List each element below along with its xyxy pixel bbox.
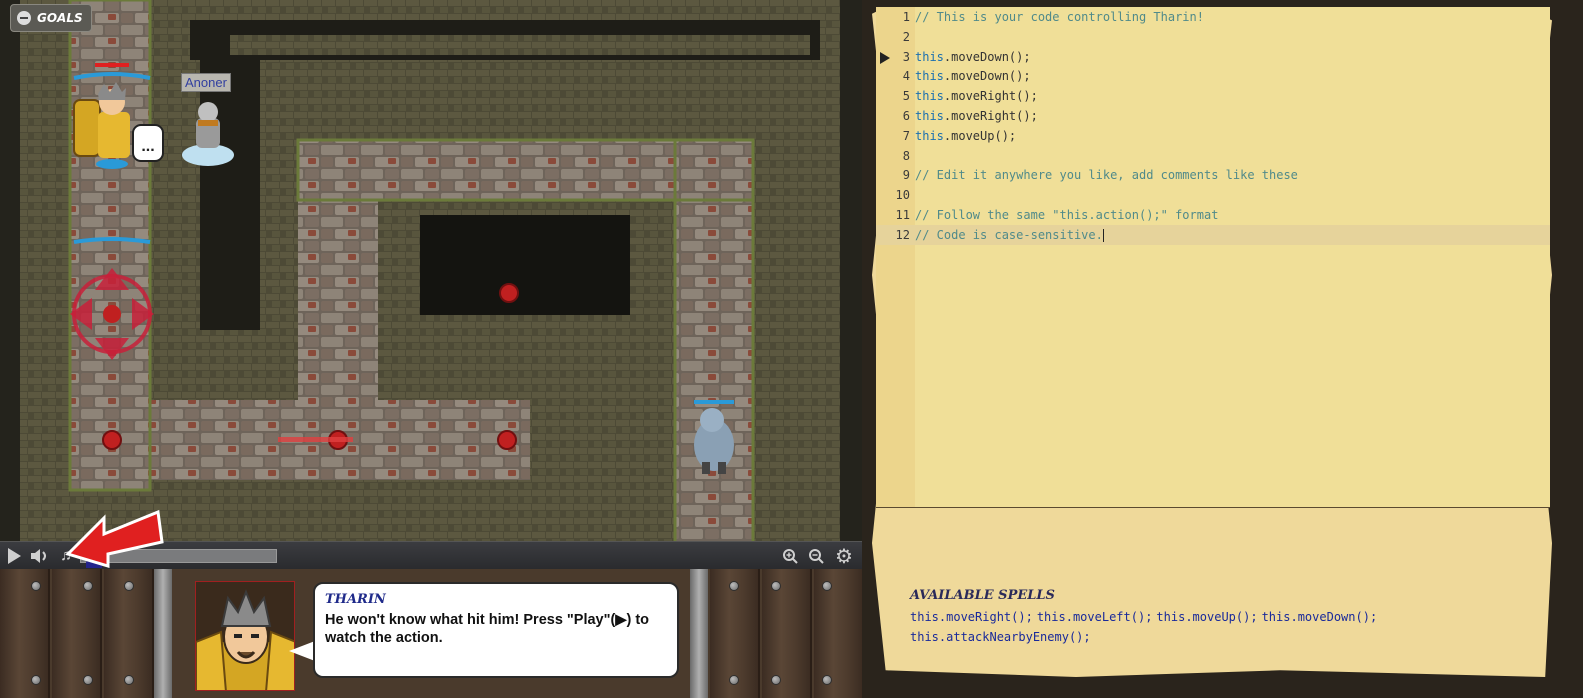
current-line-arrow-icon [880,51,890,64]
target-marker [102,430,122,450]
hero-speech-bubble: ... [132,124,164,162]
line-number: 4 [902,69,910,84]
tharin-avatar [196,589,294,690]
code-line[interactable]: 2 [876,27,1550,47]
method-call: .moveDown(); [943,69,1031,84]
bubble-tail [289,641,315,661]
keyword-this: this [915,49,944,64]
spells-list: this.moveRight(); this.moveLeft(); this.mo… [910,607,1550,647]
settings-button[interactable]: ⚙ [832,545,856,568]
line-number: 5 [902,89,910,104]
code-text[interactable]: this.moveDown(); [915,66,1031,86]
code-line[interactable]: 8 [876,146,1550,166]
tutorial-arrow-icon [65,509,164,568]
gear-icon: ⚙ [835,545,853,568]
code-text[interactable]: // This is your code controlling Tharin! [915,7,1204,27]
zoom-out-button[interactable] [806,546,826,566]
spell-item[interactable]: this.moveLeft(); [1037,610,1153,624]
keyword-this: this [915,128,944,143]
zoom-out-icon [809,549,824,564]
ally-name-tag: Anoner [181,73,231,92]
spell-item[interactable]: this.moveRight(); [910,610,1033,624]
text-cursor [1102,228,1104,242]
code-text[interactable]: // Follow the same "this.action();" form… [915,205,1218,225]
spell-item[interactable]: this.moveDown(); [1262,610,1378,624]
code-text[interactable]: this.moveUp(); [915,126,1016,146]
code-line[interactable]: 6 this.moveRight(); [876,106,1550,126]
volume-icon [31,549,46,563]
code-text[interactable]: // Edit it anywhere you like, add commen… [915,165,1298,185]
line-number: 10 [895,188,910,203]
dialogue-text: He won't know what hit him! Press "Play"… [325,612,650,646]
keyword-this: this [915,69,944,84]
spells-title: AVAILABLE SPELLS [910,588,1055,603]
code-text[interactable]: this.moveRight(); [915,106,1038,126]
line-number: 12 [895,227,910,242]
game-viewport[interactable]: ... GOALS Anoner [0,0,862,545]
svg-text:...: ... [141,138,154,155]
code-text[interactable]: this.moveDown(); [915,47,1031,67]
code-text[interactable]: // Code is case-sensitive. [915,225,1104,245]
code-line[interactable]: 10 [876,185,1550,205]
speaker-portrait [195,581,295,691]
code-line[interactable]: 12 // Code is case-sensitive. [876,224,1550,245]
keyword-this: this [915,89,944,104]
dialogue-bubble: THARIN He won't know what hit him! Press… [313,582,679,678]
code-line[interactable]: 11 // Follow the same "this.action();" fo… [876,205,1550,225]
zoom-in-button[interactable] [780,546,800,566]
line-number: 7 [902,128,910,143]
line-number: 11 [895,208,910,222]
goals-button[interactable]: GOALS [10,4,92,32]
spell-item[interactable]: this.attackNearbyEnemy(); [910,630,1091,644]
method-call: .moveRight(); [943,109,1038,123]
speaker-name: THARIN [325,592,386,607]
collapse-icon [17,11,31,25]
code-line[interactable]: 3 this.moveDown(); [876,47,1550,67]
play-icon [8,548,21,564]
method-call: .moveDown(); [943,49,1031,64]
method-call: .moveRight(); [943,89,1038,104]
target-marker [497,430,517,450]
goals-label: GOALS [37,11,83,25]
keyword-this: this [915,109,944,123]
dungeon-map: ... [0,0,862,545]
volume-button[interactable] [28,546,50,566]
target-marker [499,283,519,303]
code-text[interactable]: this.moveRight(); [915,86,1038,106]
method-call: .moveUp(); [943,128,1017,143]
code-line[interactable]: 1 // This is your code controlling Tharin… [876,7,1550,27]
line-number: 8 [902,148,910,163]
code-line[interactable]: 7 this.moveUp(); [876,126,1550,146]
line-number: 2 [902,29,910,44]
spell-item[interactable]: this.moveUp(); [1156,610,1257,624]
editor-divider [876,507,1550,508]
code-line[interactable]: 5 this.moveRight(); [876,86,1550,106]
line-number: 9 [902,168,910,183]
game-screen: ... GOALS Anoner ♫ ⚙ THARIN He won't kno… [0,0,1583,698]
zoom-in-icon [783,549,798,564]
line-number: 6 [902,109,910,123]
play-button[interactable] [4,546,24,566]
line-number: 1 [902,10,910,24]
code-line[interactable]: 9 // Edit it anywhere you like, add comme… [876,165,1550,185]
dialogue-panel: THARIN He won't know what hit him! Press… [0,569,862,698]
code-line[interactable]: 4 this.moveDown(); [876,66,1550,86]
